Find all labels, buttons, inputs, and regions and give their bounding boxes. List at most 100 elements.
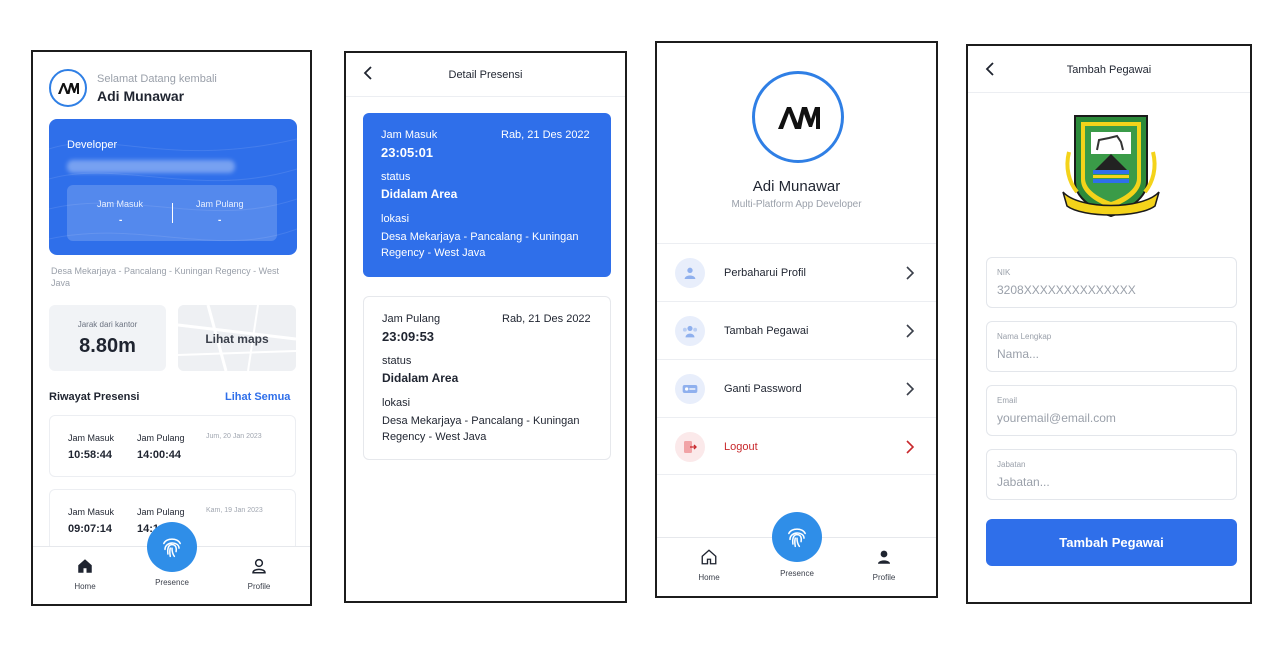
add-employee-screen: Tambah Pegawai NIK 3208XXXXXXXXXXXXXX Na… — [966, 44, 1252, 604]
profile-icon — [252, 558, 266, 574]
field-value: 3208XXXXXXXXXXXXXX — [997, 283, 1136, 297]
employee-card: Developer Jam Masuk - Jam Pulang - — [49, 119, 297, 255]
key-icon — [675, 374, 705, 404]
date-text: Rab, 21 Des 2022 — [502, 313, 591, 325]
home-icon — [701, 549, 717, 565]
position-field[interactable]: Jabatan Jabatan... — [986, 449, 1237, 500]
nav-home-label: Home — [698, 573, 720, 582]
status-label: status — [381, 171, 411, 183]
location-label: lokasi — [382, 397, 411, 409]
user-group-icon — [675, 316, 705, 346]
user-edit-icon — [675, 258, 705, 288]
see-all-link[interactable]: Lihat Semua — [225, 391, 290, 403]
status-label: status — [382, 355, 412, 367]
history-date: Kam, 19 Jan 2023 — [206, 507, 263, 514]
menu-label: Ganti Password — [724, 383, 802, 395]
attendance-times: Jam Masuk - Jam Pulang - — [67, 185, 277, 241]
time-label: Jam Masuk — [381, 129, 438, 141]
distance-value: 8.80m — [79, 335, 136, 357]
logo-icon — [778, 107, 820, 129]
nav-presence-label: Presence — [780, 569, 814, 578]
nav-profile-label: Profile — [247, 582, 271, 591]
distance-label: Jarak dari kantor — [77, 320, 138, 329]
time-divider — [172, 203, 173, 223]
check-in-card: Jam Masuk Rab, 21 Des 2022 23:05:01 stat… — [363, 113, 611, 277]
page-title: Detail Presensi — [448, 69, 523, 81]
regency-emblem-icon — [1062, 115, 1160, 218]
fingerprint-icon — [788, 528, 806, 548]
check-out-value: - — [218, 215, 222, 226]
nav-home-label: Home — [74, 582, 96, 591]
nav-presence-label: Presence — [155, 578, 189, 587]
maps-card[interactable]: Lihat maps — [178, 305, 296, 371]
history-out-label: Jam Pulang — [137, 433, 185, 443]
profile-screen: Adi Munawar Multi-Platform App Developer… — [655, 41, 938, 598]
menu-add-employee[interactable]: Tambah Pegawai — [657, 301, 936, 359]
menu-change-password[interactable]: Ganti Password — [657, 359, 936, 417]
home-icon — [78, 559, 92, 573]
full-name-field[interactable]: Nama Lengkap Nama... — [986, 321, 1237, 372]
field-placeholder: Jabatan... — [997, 475, 1050, 489]
check-out-label: Jam Pulang — [196, 199, 244, 209]
role-label: Developer — [67, 139, 118, 151]
field-placeholder: Nama... — [997, 347, 1040, 361]
history-item[interactable]: Jam Masuk 10:58:44 Jam Pulang 14:00:44 J… — [49, 415, 296, 477]
email-field[interactable]: Email youremail@email.com — [986, 385, 1237, 436]
nav-home[interactable]: Home — [697, 548, 721, 582]
status-value: Didalam Area — [382, 371, 459, 385]
status-value: Didalam Area — [381, 187, 458, 201]
field-label: Jabatan — [997, 460, 1026, 469]
history-date: Jum, 20 Jan 2023 — [206, 433, 262, 440]
nav-profile[interactable]: Profile — [244, 557, 274, 591]
history-out-value: 14:00:44 — [137, 449, 182, 461]
field-label: Nama Lengkap — [997, 332, 1052, 341]
menu-logout[interactable]: Logout — [657, 417, 936, 475]
profile-name: Adi Munawar — [752, 178, 841, 195]
presence-button[interactable] — [772, 512, 822, 562]
time-value: 23:09:53 — [382, 329, 435, 344]
detail-screen: Detail Presensi Jam Masuk Rab, 21 Des 20… — [344, 51, 627, 603]
menu-label: Tambah Pegawai — [724, 325, 809, 337]
chevron-right-icon — [906, 324, 915, 338]
history-in-label: Jam Masuk — [68, 433, 115, 443]
nik-field[interactable]: NIK 3208XXXXXXXXXXXXXX — [986, 257, 1237, 308]
greeting-text: Selamat Datang kembali — [97, 73, 217, 85]
check-in-value: - — [119, 215, 123, 226]
presence-button[interactable] — [147, 522, 197, 572]
nav-profile-label: Profile — [872, 573, 896, 582]
menu-update-profile[interactable]: Perbaharui Profil — [657, 243, 936, 301]
home-screen: Selamat Datang kembali Adi Munawar Devel… — [31, 50, 312, 606]
fingerprint-icon — [163, 538, 181, 558]
profile-subtitle: Multi-Platform App Developer — [731, 199, 862, 210]
page-title: Tambah Pegawai — [1066, 64, 1152, 76]
chevron-right-icon — [906, 382, 915, 396]
nav-profile[interactable]: Profile — [869, 548, 899, 582]
blurred-id — [67, 160, 235, 173]
location-value: Desa Mekarjaya - Pancalang - Kuningan Re… — [381, 231, 579, 259]
field-placeholder: youremail@email.com — [997, 411, 1116, 425]
history-out-label: Jam Pulang — [137, 507, 185, 517]
chevron-right-icon — [906, 266, 915, 280]
date-text: Rab, 21 Des 2022 — [501, 129, 590, 141]
field-label: Email — [997, 396, 1018, 405]
time-label: Jam Pulang — [382, 313, 441, 325]
history-in-value: 10:58:44 — [68, 449, 113, 461]
header-divider — [346, 96, 625, 97]
menu-label: Perbaharui Profil — [724, 267, 806, 279]
chevron-right-icon — [906, 440, 915, 454]
maps-label: Lihat maps — [205, 332, 269, 346]
profile-icon — [878, 550, 890, 564]
user-name: Adi Munawar — [97, 88, 185, 104]
distance-card: Jarak dari kantor 8.80m — [49, 305, 166, 371]
location-label: lokasi — [381, 213, 410, 225]
location-value: Desa Mekarjaya - Pancalang - Kuningan Re… — [382, 415, 580, 443]
add-employee-button[interactable]: Tambah Pegawai — [986, 519, 1237, 566]
field-label: NIK — [997, 268, 1011, 277]
logout-icon — [675, 432, 705, 462]
current-address: Desa Mekarjaya - Pancalang - Kuningan Re… — [51, 266, 279, 288]
check-out-card: Jam Pulang Rab, 21 Des 2022 23:09:53 sta… — [363, 296, 611, 460]
time-value: 23:05:01 — [381, 145, 434, 160]
menu-label: Logout — [724, 441, 758, 453]
history-in-label: Jam Masuk — [68, 507, 115, 517]
nav-home[interactable]: Home — [73, 557, 97, 591]
